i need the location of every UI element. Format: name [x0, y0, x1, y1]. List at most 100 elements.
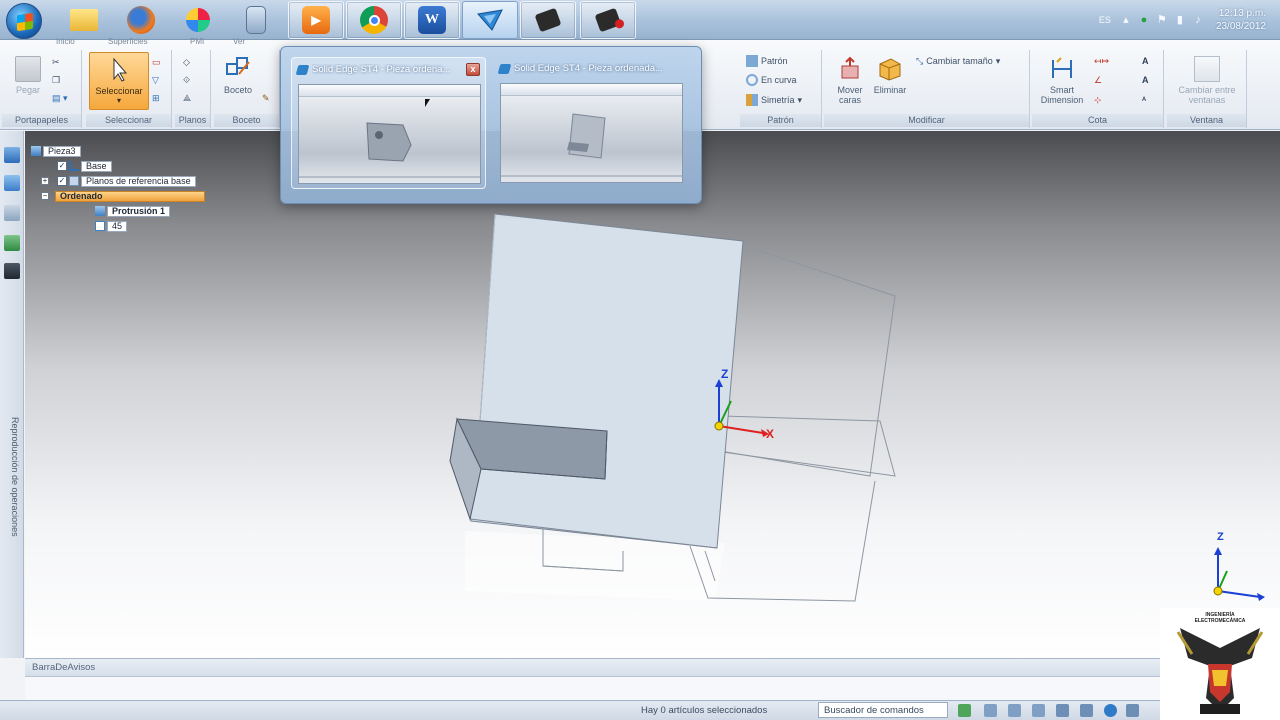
pan-icon[interactable]	[1056, 704, 1069, 717]
select-tools-icon[interactable]: ⊞	[152, 90, 160, 106]
feature-library-icon[interactable]	[4, 235, 20, 251]
clock-time: 12:13 p.m.	[1218, 8, 1266, 19]
tray-network-icon[interactable]: ●	[1138, 14, 1150, 26]
group-label-planos: Planos	[175, 114, 210, 127]
paste-button[interactable]: Pegar	[4, 52, 52, 110]
resize-button[interactable]: ⤡ Cambiar tamaño ▾	[916, 53, 1000, 69]
planes-checkbox[interactable]: ✓	[57, 176, 67, 186]
taskbar-paint-button[interactable]	[170, 1, 226, 39]
taskbar-clock[interactable]: 12:13 p.m. 23/08/2012	[1216, 7, 1266, 33]
pattern-button[interactable]: Patrón	[746, 53, 788, 69]
on-curve-button[interactable]: En curva	[746, 72, 797, 88]
zoom-icon[interactable]	[1008, 704, 1021, 717]
delete-button[interactable]: Eliminar	[866, 52, 914, 110]
filter-icon[interactable]: ▽	[152, 72, 159, 88]
switch-windows-label: Cambiar entre ventanas	[1178, 85, 1236, 105]
expand-icon[interactable]: +	[41, 177, 49, 185]
tray-volume-icon[interactable]: ♪	[1192, 14, 1204, 26]
group-cota: Smart Dimension ↤↦ ∠ ⊹ A A ᴬ Cota	[1032, 50, 1164, 128]
annotation-icon[interactable]: A	[1142, 53, 1149, 69]
part-model[interactable]	[25, 131, 1280, 658]
command-finder-input[interactable]: Buscador de comandos	[818, 702, 948, 718]
text-options-icon[interactable]: ᴬ	[1142, 92, 1146, 108]
thumbnail-close-button[interactable]: x	[466, 63, 480, 76]
university-logo: INGENIERÍA ELECTROMECÁNICA	[1160, 608, 1280, 720]
view-orient-icon[interactable]	[1126, 704, 1139, 717]
select-box-icon[interactable]: ▭	[152, 54, 161, 70]
dimension-between-icon[interactable]: ↤↦	[1094, 53, 1109, 69]
axis-x-label: X	[766, 427, 775, 441]
view-refresh-icon[interactable]	[958, 704, 971, 717]
protrusion-icon	[95, 206, 105, 216]
tree-item-base[interactable]: ✓ Base	[57, 160, 112, 172]
tree-item-ordered[interactable]: − Ordenado	[41, 190, 205, 202]
library-icon[interactable]	[4, 205, 20, 221]
view-sphere-icon[interactable]	[1104, 704, 1117, 717]
feature-playback-label[interactable]: Reproducción de operaciones	[4, 417, 20, 577]
tray-arrow-icon[interactable]: ▴	[1120, 14, 1132, 26]
cursor-arrow-icon	[106, 57, 132, 83]
rotate-icon[interactable]	[1080, 704, 1093, 717]
taskbar-recorder-button[interactable]	[520, 1, 576, 39]
switch-windows-button[interactable]: Cambiar entre ventanas	[1169, 52, 1245, 110]
pathfinder-icon[interactable]	[4, 147, 20, 163]
tree-root-label: Pieza3	[43, 145, 81, 157]
format-painter-icon[interactable]: ▤ ▾	[52, 90, 68, 106]
taskbar-explorer-button[interactable]	[56, 1, 112, 39]
system-tray: ES ▴ ● ⚑ ▮ ♪ 12:13 p.m. 23/08/2012	[1096, 0, 1280, 40]
tray-signal-icon[interactable]: ▮	[1174, 14, 1186, 26]
tab-inicio[interactable]: Inicio	[56, 37, 75, 46]
smart-dimension-button[interactable]: Smart Dimension	[1034, 52, 1090, 110]
mirror-button[interactable]: Simetría ▾	[746, 92, 802, 108]
protrusion-front-face	[460, 213, 744, 549]
layers-icon[interactable]	[4, 175, 20, 191]
tray-language-indicator[interactable]: ES	[1096, 14, 1114, 26]
tab-ver[interactable]: Ver	[233, 37, 245, 46]
taskbar-firefox-button[interactable]	[113, 1, 169, 39]
plane-icon[interactable]: ◇	[183, 54, 190, 70]
sketch-button[interactable]: Boceto	[214, 52, 262, 110]
group-label-seleccionar: Seleccionar	[86, 114, 171, 127]
solid-edge-icon	[476, 6, 504, 34]
sketch-icon	[225, 56, 251, 82]
group-patron: Patrón En curva Simetría ▾ Patrón	[740, 50, 822, 128]
window-thumbnail-1[interactable]: Solid Edge ST4 - Pieza ordena... x	[291, 57, 486, 189]
graphics-window[interactable]: Z X Z Pieza3 ✓ Base + ✓ Planos de refere…	[25, 131, 1280, 658]
group-portapapeles: Pegar ✂ ❐ ▤ ▾ Portapapeles	[2, 50, 82, 128]
feature-playback-icon[interactable]	[4, 263, 20, 279]
window-thumbnail-2[interactable]: Solid Edge ST4 - Pieza ordenada...	[494, 57, 689, 189]
cut-icon[interactable]: ✂	[52, 54, 60, 70]
zoom-area-icon[interactable]	[984, 704, 997, 717]
collapse-icon[interactable]: −	[41, 192, 49, 200]
taskbar-recorder-stop-button[interactable]	[580, 1, 636, 39]
sketch-label: Boceto	[223, 85, 253, 95]
pencil-icon[interactable]: ✎	[262, 90, 270, 106]
start-button[interactable]	[6, 3, 42, 39]
tab-pmi[interactable]: PMI	[190, 37, 204, 46]
tab-superficies[interactable]: Superficies	[108, 37, 148, 46]
plane-angle-icon[interactable]: ⟁	[183, 90, 191, 106]
paint-icon	[186, 8, 210, 32]
tree-item-protrusion[interactable]: Protrusión 1	[95, 205, 171, 217]
tree-item-label: Base	[81, 160, 112, 172]
group-boceto: Boceto ✎ Boceto	[214, 50, 280, 128]
angle-dimension-icon[interactable]: ∠	[1094, 72, 1102, 88]
taskbar-word-button[interactable]: W	[404, 1, 460, 39]
coordinate-dimension-icon[interactable]: ⊹	[1094, 92, 1102, 108]
tree-item-reference-planes[interactable]: + ✓ Planos de referencia base	[41, 175, 196, 187]
base-checkbox[interactable]: ✓	[57, 161, 67, 171]
tree-item-45[interactable]: 45	[95, 220, 128, 232]
fit-icon[interactable]	[1032, 704, 1045, 717]
text-size-icon[interactable]: A	[1142, 72, 1149, 88]
taskbar-media-button[interactable]: ▶	[288, 1, 344, 39]
taskbar-chrome-button[interactable]	[346, 1, 402, 39]
taskbar-solid-edge-button[interactable]	[462, 1, 518, 39]
select-button[interactable]: Seleccionar ▾	[89, 52, 149, 110]
curve-pattern-icon	[746, 74, 758, 86]
tree-root[interactable]: Pieza3	[31, 145, 81, 157]
taskbar-calculator-button[interactable]	[228, 1, 284, 39]
tray-flag-icon[interactable]: ⚑	[1156, 14, 1168, 26]
plane-parallel-icon[interactable]: ⟐	[183, 72, 190, 88]
windows-taskbar: ▶ W ES ▴ ● ⚑ ▮ ♪ 12:13 p.m. 23/08/2012	[0, 0, 1280, 40]
copy-icon[interactable]: ❐	[52, 72, 60, 88]
